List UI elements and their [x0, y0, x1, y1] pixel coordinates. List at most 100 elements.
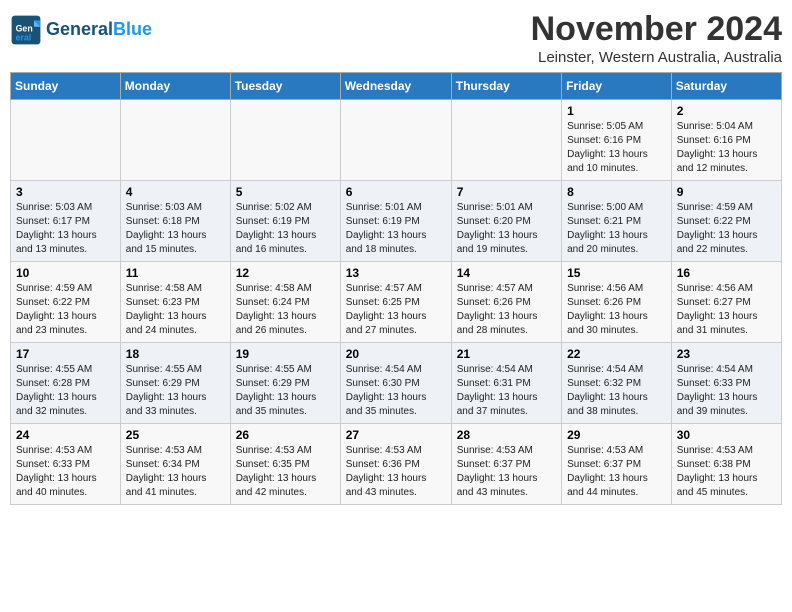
day-number: 5	[236, 185, 335, 199]
calendar-header: SundayMondayTuesdayWednesdayThursdayFrid…	[11, 73, 782, 100]
calendar-cell: 22 Sunrise: 4:54 AM Sunset: 6:32 PM Dayli…	[562, 343, 672, 424]
day-info: Sunrise: 4:53 AM Sunset: 6:38 PM Dayligh…	[677, 445, 758, 498]
day-number: 14	[457, 266, 556, 280]
calendar-cell: 9 Sunrise: 4:59 AM Sunset: 6:22 PM Daylig…	[671, 181, 781, 262]
day-number: 16	[677, 266, 776, 280]
calendar-cell: 2 Sunrise: 5:04 AM Sunset: 6:16 PM Daylig…	[671, 100, 781, 181]
calendar-week: 1Sunrise: 5:05 AM Sunset: 6:16 PM Daylig…	[11, 100, 782, 181]
calendar-cell: 20 Sunrise: 4:54 AM Sunset: 6:30 PM Dayli…	[340, 343, 451, 424]
day-number: 21	[457, 347, 556, 361]
day-number: 25	[126, 428, 225, 442]
day-info: Sunrise: 4:55 AM Sunset: 6:28 PM Dayligh…	[16, 364, 97, 417]
day-info: Sunrise: 4:54 AM Sunset: 6:33 PM Dayligh…	[677, 364, 758, 417]
calendar-week: 10 Sunrise: 4:59 AM Sunset: 6:22 PM Dayli…	[11, 262, 782, 343]
day-number: 24	[16, 428, 115, 442]
calendar-cell: 15 Sunrise: 4:56 AM Sunset: 6:26 PM Dayli…	[562, 262, 672, 343]
calendar-cell: 24 Sunrise: 4:53 AM Sunset: 6:33 PM Dayli…	[11, 424, 121, 505]
day-number: 23	[677, 347, 776, 361]
calendar-cell: 5Sunrise: 5:02 AM Sunset: 6:19 PM Daylig…	[230, 181, 340, 262]
svg-text:eral: eral	[16, 32, 32, 42]
day-info: Sunrise: 5:01 AM Sunset: 6:20 PM Dayligh…	[457, 202, 538, 255]
day-number: 30	[677, 428, 776, 442]
calendar-cell: 28 Sunrise: 4:53 AM Sunset: 6:37 PM Dayli…	[451, 424, 561, 505]
calendar-body: 1Sunrise: 5:05 AM Sunset: 6:16 PM Daylig…	[11, 100, 782, 505]
day-info: Sunrise: 4:54 AM Sunset: 6:32 PM Dayligh…	[567, 364, 648, 417]
main-title: November 2024	[531, 10, 782, 49]
day-info: Sunrise: 4:56 AM Sunset: 6:26 PM Dayligh…	[567, 283, 648, 336]
weekday-header: Saturday	[671, 73, 781, 100]
day-number: 2	[677, 104, 776, 118]
calendar-cell: 10 Sunrise: 4:59 AM Sunset: 6:22 PM Dayli…	[11, 262, 121, 343]
day-number: 18	[126, 347, 225, 361]
weekday-header: Wednesday	[340, 73, 451, 100]
day-info: Sunrise: 4:53 AM Sunset: 6:37 PM Dayligh…	[457, 445, 538, 498]
calendar-cell: 4Sunrise: 5:03 AM Sunset: 6:18 PM Daylig…	[120, 181, 230, 262]
day-number: 28	[457, 428, 556, 442]
day-info: Sunrise: 4:59 AM Sunset: 6:22 PM Dayligh…	[677, 202, 758, 255]
calendar-cell: 29 Sunrise: 4:53 AM Sunset: 6:37 PM Dayli…	[562, 424, 672, 505]
calendar-week: 24 Sunrise: 4:53 AM Sunset: 6:33 PM Dayli…	[11, 424, 782, 505]
subtitle: Leinster, Western Australia, Australia	[531, 49, 782, 66]
day-number: 27	[346, 428, 446, 442]
day-info: Sunrise: 5:01 AM Sunset: 6:19 PM Dayligh…	[346, 202, 427, 255]
day-info: Sunrise: 5:04 AM Sunset: 6:16 PM Dayligh…	[677, 121, 758, 174]
day-number: 4	[126, 185, 225, 199]
calendar-cell	[120, 100, 230, 181]
calendar-cell: 7 Sunrise: 5:01 AM Sunset: 6:20 PM Daylig…	[451, 181, 561, 262]
calendar-week: 3 Sunrise: 5:03 AM Sunset: 6:17 PM Daylig…	[11, 181, 782, 262]
day-info: Sunrise: 4:57 AM Sunset: 6:25 PM Dayligh…	[346, 283, 427, 336]
day-number: 7	[457, 185, 556, 199]
logo: Gen eral GeneralBlue	[10, 14, 152, 46]
day-number: 13	[346, 266, 446, 280]
calendar-cell: 19 Sunrise: 4:55 AM Sunset: 6:29 PM Dayli…	[230, 343, 340, 424]
calendar-cell: 6 Sunrise: 5:01 AM Sunset: 6:19 PM Daylig…	[340, 181, 451, 262]
calendar-cell: 13 Sunrise: 4:57 AM Sunset: 6:25 PM Dayli…	[340, 262, 451, 343]
day-number: 20	[346, 347, 446, 361]
day-info: Sunrise: 4:53 AM Sunset: 6:33 PM Dayligh…	[16, 445, 97, 498]
calendar-cell: 12Sunrise: 4:58 AM Sunset: 6:24 PM Dayli…	[230, 262, 340, 343]
day-number: 3	[16, 185, 115, 199]
day-info: Sunrise: 4:53 AM Sunset: 6:36 PM Dayligh…	[346, 445, 427, 498]
weekday-header: Thursday	[451, 73, 561, 100]
day-info: Sunrise: 4:59 AM Sunset: 6:22 PM Dayligh…	[16, 283, 97, 336]
day-number: 10	[16, 266, 115, 280]
weekday-header: Tuesday	[230, 73, 340, 100]
calendar-cell: 14Sunrise: 4:57 AM Sunset: 6:26 PM Dayli…	[451, 262, 561, 343]
logo-icon: Gen eral	[10, 14, 42, 46]
calendar-cell	[11, 100, 121, 181]
calendar-cell: 1Sunrise: 5:05 AM Sunset: 6:16 PM Daylig…	[562, 100, 672, 181]
weekday-header: Friday	[562, 73, 672, 100]
day-info: Sunrise: 4:54 AM Sunset: 6:30 PM Dayligh…	[346, 364, 427, 417]
calendar-cell: 3 Sunrise: 5:03 AM Sunset: 6:17 PM Daylig…	[11, 181, 121, 262]
day-number: 15	[567, 266, 666, 280]
day-number: 12	[236, 266, 335, 280]
calendar-cell	[451, 100, 561, 181]
calendar-cell: 21 Sunrise: 4:54 AM Sunset: 6:31 PM Dayli…	[451, 343, 561, 424]
day-info: Sunrise: 4:53 AM Sunset: 6:37 PM Dayligh…	[567, 445, 648, 498]
day-info: Sunrise: 4:56 AM Sunset: 6:27 PM Dayligh…	[677, 283, 758, 336]
day-number: 19	[236, 347, 335, 361]
day-info: Sunrise: 4:54 AM Sunset: 6:31 PM Dayligh…	[457, 364, 538, 417]
calendar-cell: 26Sunrise: 4:53 AM Sunset: 6:35 PM Dayli…	[230, 424, 340, 505]
day-info: Sunrise: 5:03 AM Sunset: 6:17 PM Dayligh…	[16, 202, 97, 255]
title-area: November 2024 Leinster, Western Australi…	[531, 10, 782, 66]
calendar-cell: 25Sunrise: 4:53 AM Sunset: 6:34 PM Dayli…	[120, 424, 230, 505]
weekday-header: Monday	[120, 73, 230, 100]
calendar-cell: 8 Sunrise: 5:00 AM Sunset: 6:21 PM Daylig…	[562, 181, 672, 262]
day-number: 29	[567, 428, 666, 442]
header: Gen eral GeneralBlue November 2024 Leins…	[10, 10, 782, 66]
day-info: Sunrise: 4:58 AM Sunset: 6:23 PM Dayligh…	[126, 283, 207, 336]
day-info: Sunrise: 5:00 AM Sunset: 6:21 PM Dayligh…	[567, 202, 648, 255]
day-number: 22	[567, 347, 666, 361]
calendar-table: SundayMondayTuesdayWednesdayThursdayFrid…	[10, 72, 782, 505]
day-number: 9	[677, 185, 776, 199]
day-number: 8	[567, 185, 666, 199]
day-info: Sunrise: 4:55 AM Sunset: 6:29 PM Dayligh…	[236, 364, 317, 417]
day-number: 6	[346, 185, 446, 199]
day-number: 1	[567, 104, 666, 118]
calendar-cell: 30 Sunrise: 4:53 AM Sunset: 6:38 PM Dayli…	[671, 424, 781, 505]
calendar-cell: 18Sunrise: 4:55 AM Sunset: 6:29 PM Dayli…	[120, 343, 230, 424]
day-number: 11	[126, 266, 225, 280]
weekday-header: Sunday	[11, 73, 121, 100]
day-number: 26	[236, 428, 335, 442]
